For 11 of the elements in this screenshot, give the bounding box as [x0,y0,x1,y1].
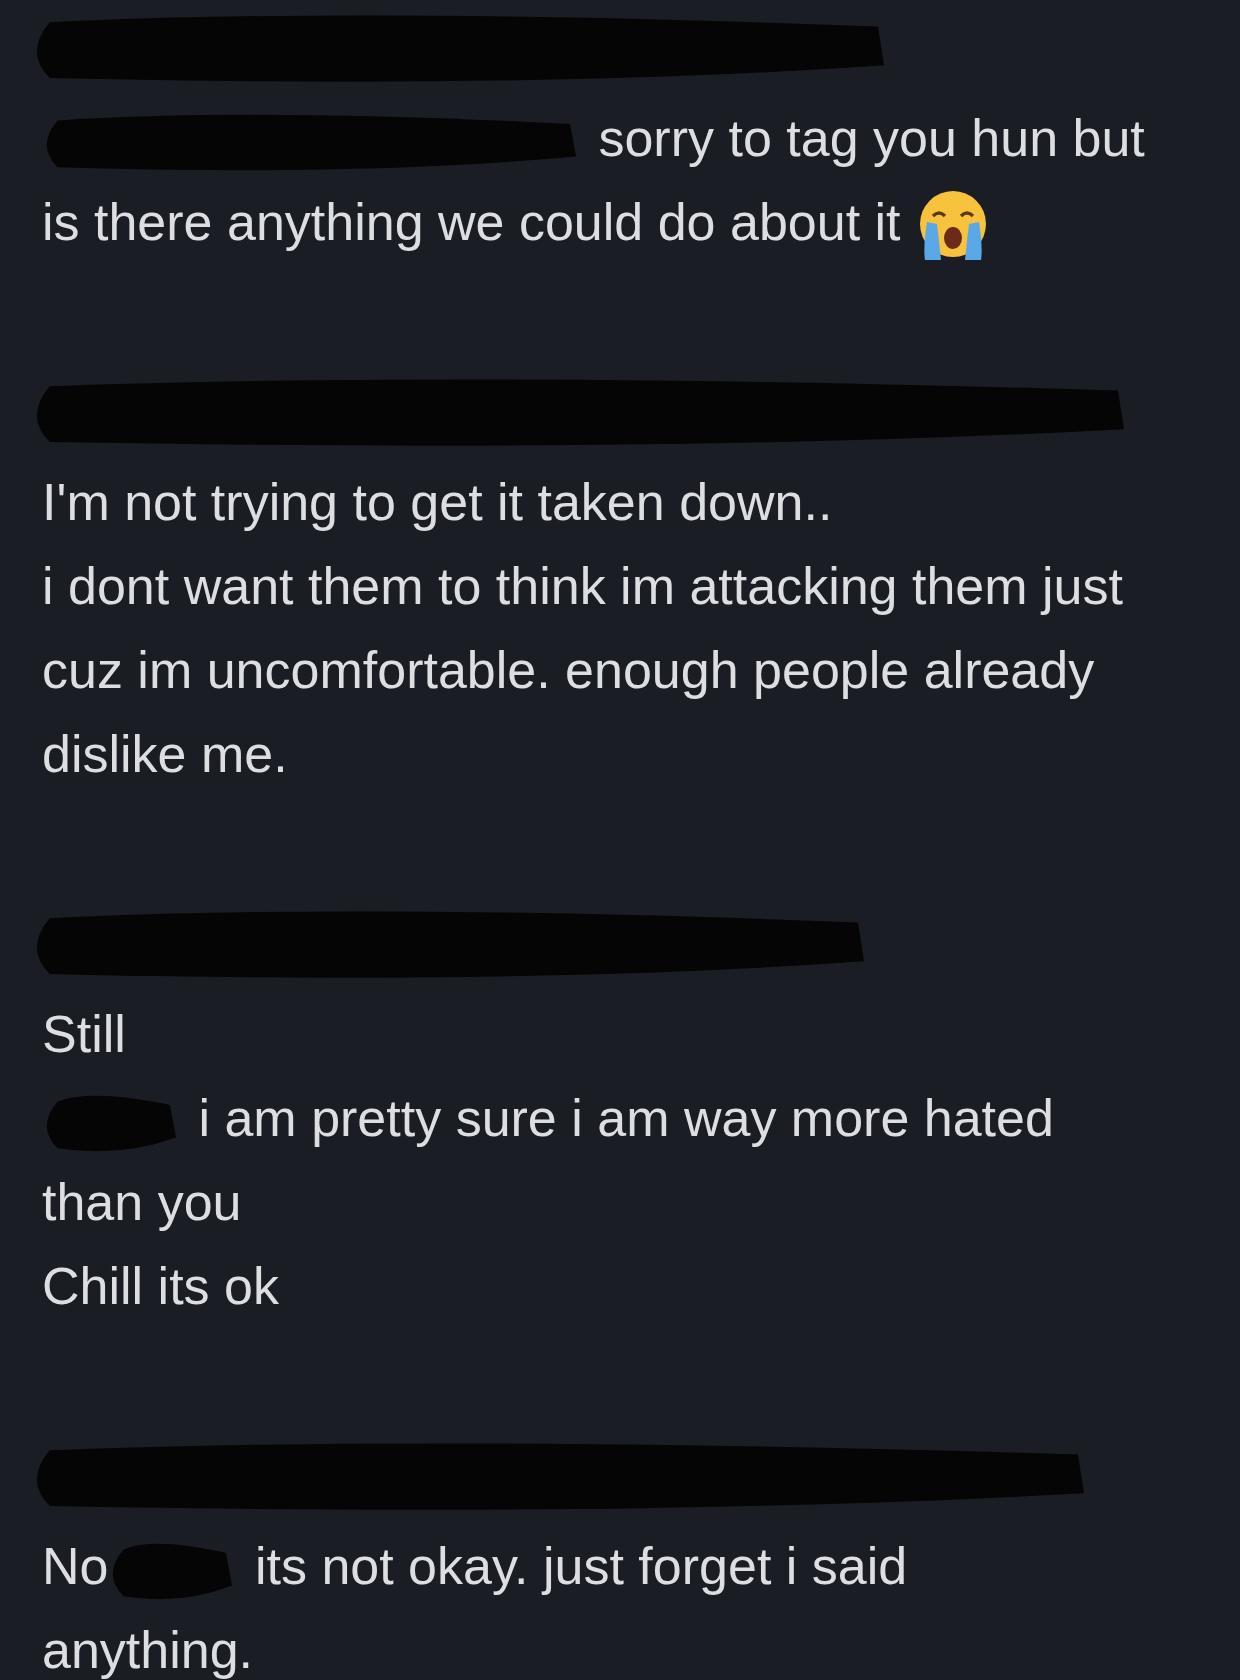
message-text: is there anything we could do about it [42,193,901,251]
message-text: i dont want them to think im attacking them just cuz im uncomfortable. enough people already dislike me. [42,557,1123,784]
message-text: its not okay. just forget i said [254,1537,908,1596]
message-text: i am pretty sure i am way more hated [198,1089,1054,1148]
message-text: Still [42,1005,126,1064]
message-text: than you [42,1173,242,1232]
message-text: I'm not trying to get it taken down.. [42,473,833,532]
message-text: sorry to tag you hun but [598,109,1145,167]
message-text: Chill its ok [42,1257,279,1316]
message-text: No [42,1537,109,1596]
message-text: anything. [42,1621,254,1680]
